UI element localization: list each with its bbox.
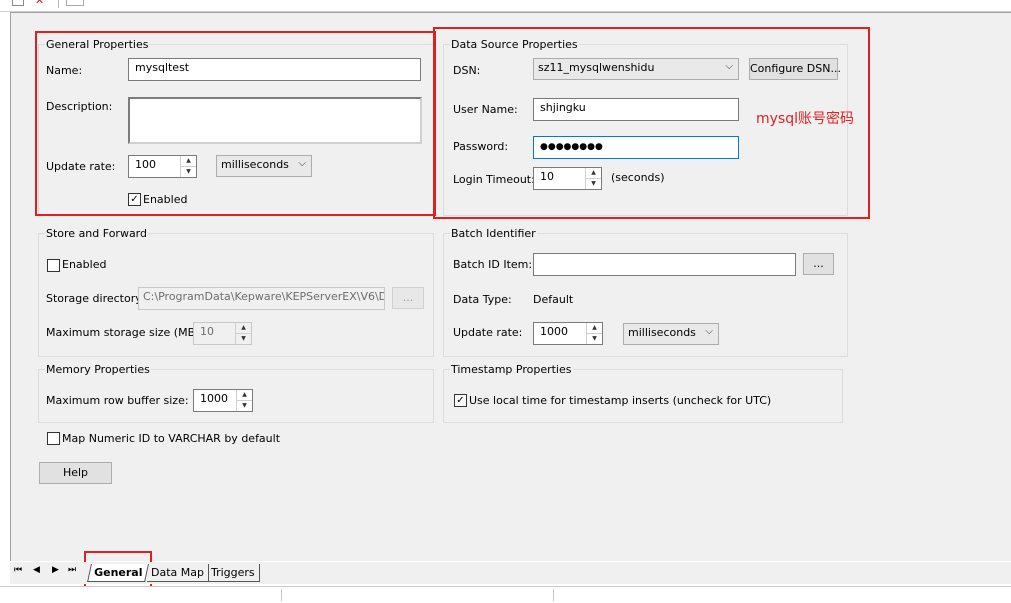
tab-bar: ⏮ ◀ ▶ ⏭ General Data Map Triggers (10, 562, 1011, 584)
batch-item-input[interactable] (533, 253, 796, 276)
first-page-icon[interactable]: ⏮ (14, 565, 22, 575)
top-toolbar: ✕ (0, 0, 1011, 12)
tab-general-label: General (94, 566, 143, 579)
batch-update-rate-spinner[interactable]: 1000 ▲ ▼ (533, 322, 603, 345)
memory-title: Memory Properties (45, 363, 151, 376)
batch-item-label: Batch ID Item: (453, 258, 533, 271)
annotation-box-general (35, 31, 436, 216)
spinner-buttons[interactable]: ▲ ▼ (236, 390, 252, 411)
map-numeric-label: Map Numeric ID to VARCHAR by default (62, 432, 281, 445)
toolbar-separator (58, 0, 59, 8)
store-forward-enabled-checkbox[interactable] (47, 259, 60, 272)
spinner-buttons[interactable]: ▲ ▼ (235, 323, 251, 344)
batch-update-rate-unit-select[interactable]: milliseconds ⌵ (623, 323, 719, 345)
data-type-label: Data Type: (453, 293, 512, 306)
spin-down-icon[interactable]: ▼ (236, 334, 251, 345)
batch-update-rate-label: Update rate: (453, 326, 523, 339)
storage-directory-input[interactable]: C:\ProgramData\Kepware\KEPServerEX\V6\Da… (138, 287, 385, 310)
batch-browse-button[interactable]: ... (803, 253, 834, 275)
spin-down-icon[interactable]: ▼ (587, 334, 602, 345)
status-divider (281, 589, 282, 601)
local-time-checkbox[interactable]: ✓ (454, 394, 467, 407)
storage-directory-label: Storage directory: (46, 292, 145, 305)
spin-up-icon[interactable]: ▲ (236, 323, 251, 334)
row-buffer-label: Maximum row buffer size: (46, 394, 189, 407)
toolbar-icon[interactable] (12, 0, 24, 6)
bottom-strip (0, 586, 1011, 603)
help-button[interactable]: Help (39, 462, 112, 484)
tab-triggers[interactable]: Triggers (207, 564, 260, 582)
storage-browse-button[interactable]: ... (392, 287, 424, 309)
timestamp-title: Timestamp Properties (450, 363, 573, 376)
store-forward-title: Store and Forward (45, 227, 148, 240)
spinner-buttons[interactable]: ▲ ▼ (586, 323, 602, 344)
spin-down-icon[interactable]: ▼ (237, 401, 252, 412)
max-storage-value: 10 (200, 325, 214, 338)
batch-update-rate-unit-value: milliseconds (628, 326, 696, 339)
annotation-box-datasource (433, 27, 870, 219)
local-time-label: Use local time for timestamp inserts (un… (469, 394, 772, 407)
last-page-icon[interactable]: ⏭ (68, 565, 76, 575)
row-buffer-spinner[interactable]: 1000 ▲ ▼ (193, 389, 253, 412)
next-page-icon[interactable]: ▶ (52, 565, 59, 575)
tab-data-map[interactable]: Data Map (147, 564, 209, 582)
batch-title: Batch Identifier (450, 227, 537, 240)
data-type-value: Default (533, 293, 574, 306)
prev-page-icon[interactable]: ◀ (33, 565, 40, 575)
spin-up-icon[interactable]: ▲ (587, 323, 602, 334)
tab-triggers-label: Triggers (211, 566, 255, 579)
batch-update-rate-value: 1000 (540, 325, 568, 338)
close-red-icon[interactable]: ✕ (35, 0, 44, 7)
spin-up-icon[interactable]: ▲ (237, 390, 252, 401)
max-storage-spinner[interactable]: 10 ▲ ▼ (193, 322, 252, 345)
toolbar-field[interactable] (66, 0, 84, 6)
tab-general[interactable]: General (87, 564, 150, 582)
map-numeric-checkbox[interactable] (47, 432, 60, 445)
chevron-down-icon: ⌵ (705, 326, 713, 337)
max-storage-label: Maximum storage size (MB): (46, 326, 204, 339)
store-forward-enabled-label: Enabled (62, 258, 107, 271)
row-buffer-value: 1000 (200, 392, 228, 405)
tab-data-map-label: Data Map (151, 566, 204, 579)
status-divider (553, 589, 554, 601)
